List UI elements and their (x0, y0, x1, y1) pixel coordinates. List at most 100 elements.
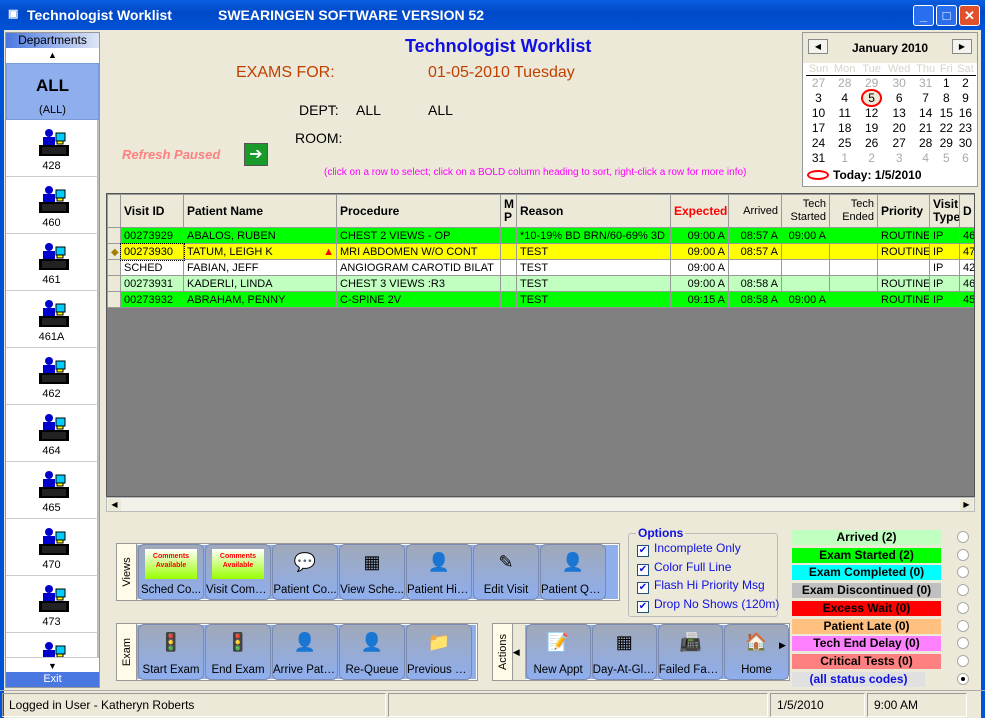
scroll-left-button[interactable]: ◀ (108, 499, 121, 511)
department-item[interactable]: 461 (6, 234, 99, 291)
calendar-day[interactable]: 15 (938, 106, 955, 121)
table-row[interactable]: ◆ 00273930 TATUM, LEIGH K ▲ MRI ABDOMEN W/O … (107, 242, 974, 261)
calendar-day[interactable]: 19 (858, 121, 884, 136)
status-filter-radio[interactable] (957, 672, 969, 685)
status-filter-radio[interactable] (957, 531, 969, 543)
option-checkbox[interactable]: ✔ Drop No Shows (120m) (637, 597, 779, 613)
close-button[interactable]: ✕ (959, 5, 980, 26)
checkbox[interactable]: ✔ (637, 563, 649, 576)
calendar-day[interactable]: 20 (885, 121, 914, 136)
actions-scroll-right[interactable]: ▶ (779, 640, 786, 651)
calendar-day[interactable]: 24 (806, 136, 831, 151)
next-month-button[interactable]: ▶ (952, 39, 972, 54)
calendar-day[interactable]: 3 (885, 151, 914, 166)
status-filter-radio[interactable] (957, 601, 969, 614)
department-partial[interactable] (6, 633, 99, 658)
calendar-day[interactable]: 2 (858, 151, 884, 166)
exit-button[interactable]: Exit (6, 672, 99, 687)
scroll-up-button[interactable]: ▲ (6, 48, 99, 63)
calendar-day[interactable]: 27 (806, 76, 831, 91)
department-all[interactable]: ALL (ALL) (6, 63, 99, 120)
patient-hist-button[interactable]: 👤 Patient Hist... (406, 544, 472, 600)
status-code-label[interactable]: Critical Tests (0) (792, 653, 941, 669)
status-filter-radio[interactable] (957, 584, 969, 597)
calendar-day[interactable]: 12 (858, 106, 884, 121)
patient-qui-button[interactable]: 👤 Patient Qui... (540, 544, 606, 600)
calendar-day[interactable]: 26 (858, 136, 884, 151)
actions-scroll-left[interactable]: ◀ (512, 624, 525, 680)
column-header[interactable]: Tech Started (781, 194, 830, 228)
calendar-day[interactable]: 30 (955, 136, 976, 151)
calendar-day[interactable]: 29 (938, 136, 955, 151)
status-code-label[interactable]: Exam Completed (0) (792, 565, 941, 581)
calendar-day[interactable]: 28 (914, 136, 938, 151)
scroll-down-button[interactable]: ▼ (6, 660, 99, 672)
horizontal-scrollbar[interactable]: ◀ ▶ (106, 497, 975, 512)
option-checkbox[interactable]: ✔ Flash Hi Priority Msg (637, 578, 765, 594)
calendar-day[interactable]: 21 (914, 121, 938, 136)
department-item[interactable]: 473 (6, 576, 99, 633)
calendar-day[interactable]: 6 (885, 91, 914, 106)
calendar-day[interactable]: 10 (806, 106, 831, 121)
today-link[interactable]: Today: 1/5/2010 (803, 166, 977, 184)
row-selector[interactable] (107, 259, 121, 276)
column-header[interactable]: Visit ID (120, 194, 184, 228)
row-selector[interactable] (107, 227, 121, 244)
table-row[interactable]: 00273931 KADERLI, LINDA CHEST 3 VIEWS :R3 T… (107, 275, 974, 292)
failed-faxes-button[interactable]: 📠 Failed Faxes (657, 624, 723, 680)
department-item[interactable]: 464 (6, 405, 99, 462)
calendar-day[interactable]: 13 (885, 106, 914, 121)
previous-r-button[interactable]: 📁 Previous R... (406, 624, 472, 680)
column-header[interactable]: Reason (516, 194, 671, 228)
department-item[interactable]: 462 (6, 348, 99, 405)
maximize-button[interactable]: □ (936, 5, 957, 26)
calendar-day[interactable]: 9 (955, 91, 976, 106)
status-code-label[interactable]: Exam Discontinued (0) (792, 583, 941, 599)
column-header[interactable]: Tech Ended (829, 194, 878, 228)
calendar-day[interactable]: 30 (885, 76, 914, 91)
option-checkbox[interactable]: ✔ Incomplete Only (637, 541, 741, 557)
status-filter-radio[interactable] (957, 619, 969, 632)
current-row-pointer-icon[interactable]: ◆ (107, 243, 121, 260)
status-code-label[interactable]: Excess Wait (0) (792, 600, 941, 616)
minimize-button[interactable]: _ (913, 5, 934, 26)
calendar-day[interactable]: 3 (806, 91, 831, 106)
checkbox[interactable]: ✔ (637, 600, 649, 613)
table-row[interactable]: 00273932 ABRAHAM, PENNY C-SPINE 2V TEST 09:1… (107, 291, 974, 308)
column-header[interactable]: Patient Name (183, 194, 337, 228)
calendar-day[interactable]: 22 (938, 121, 955, 136)
checkbox[interactable]: ✔ (637, 582, 649, 594)
calendar-day[interactable]: 31 (806, 151, 831, 166)
patient-co-button[interactable]: 💬 Patient Co... (272, 544, 338, 600)
row-selector[interactable] (107, 275, 121, 292)
calendar-day[interactable]: 16 (955, 106, 976, 121)
refresh-arrow-icon[interactable]: ➔ (244, 143, 268, 166)
department-item[interactable]: 465 (6, 462, 99, 519)
calendar-day[interactable]: 31 (914, 76, 938, 91)
calendar-day[interactable]: 17 (806, 121, 831, 136)
status-filter-radio[interactable] (957, 548, 969, 561)
calendar-day[interactable]: 5 (938, 151, 955, 166)
calendar-day[interactable]: 18 (831, 121, 858, 136)
calendar-day[interactable]: 5 (858, 89, 884, 107)
status-filter-radio[interactable] (957, 566, 969, 579)
status-code-label[interactable]: Patient Late (0) (792, 618, 941, 634)
calendar-day[interactable]: 23 (955, 121, 976, 136)
calendar-day[interactable]: 1 (831, 151, 858, 166)
calendar-day[interactable]: 28 (831, 76, 858, 91)
re-queue-button[interactable]: 👤 Re-Queue (339, 624, 405, 680)
calendar-day[interactable]: 25 (831, 136, 858, 151)
status-code-label[interactable]: (all status codes) (792, 671, 925, 687)
calendar-day[interactable]: 27 (885, 136, 914, 151)
calendar-day[interactable]: 11 (831, 106, 858, 121)
sched-co-button[interactable]: Comments Available Sched Co... (138, 544, 204, 600)
table-row[interactable]: SCHED FABIAN, JEFF ANGIOGRAM CAROTID BILAT… (107, 259, 974, 276)
department-item[interactable]: 460 (6, 177, 99, 234)
calendar-day[interactable]: 6 (955, 151, 976, 166)
row-selector[interactable] (107, 291, 121, 308)
end-exam-button[interactable]: 🚦 End Exam (205, 624, 271, 680)
table-row[interactable]: 00273929 ABALOS, RUBEN CHEST 2 VIEWS - OP *… (107, 227, 974, 244)
column-header[interactable]: D (959, 194, 974, 228)
column-header[interactable]: Visit Type (929, 194, 960, 228)
calendar-day[interactable]: 8 (938, 91, 955, 106)
